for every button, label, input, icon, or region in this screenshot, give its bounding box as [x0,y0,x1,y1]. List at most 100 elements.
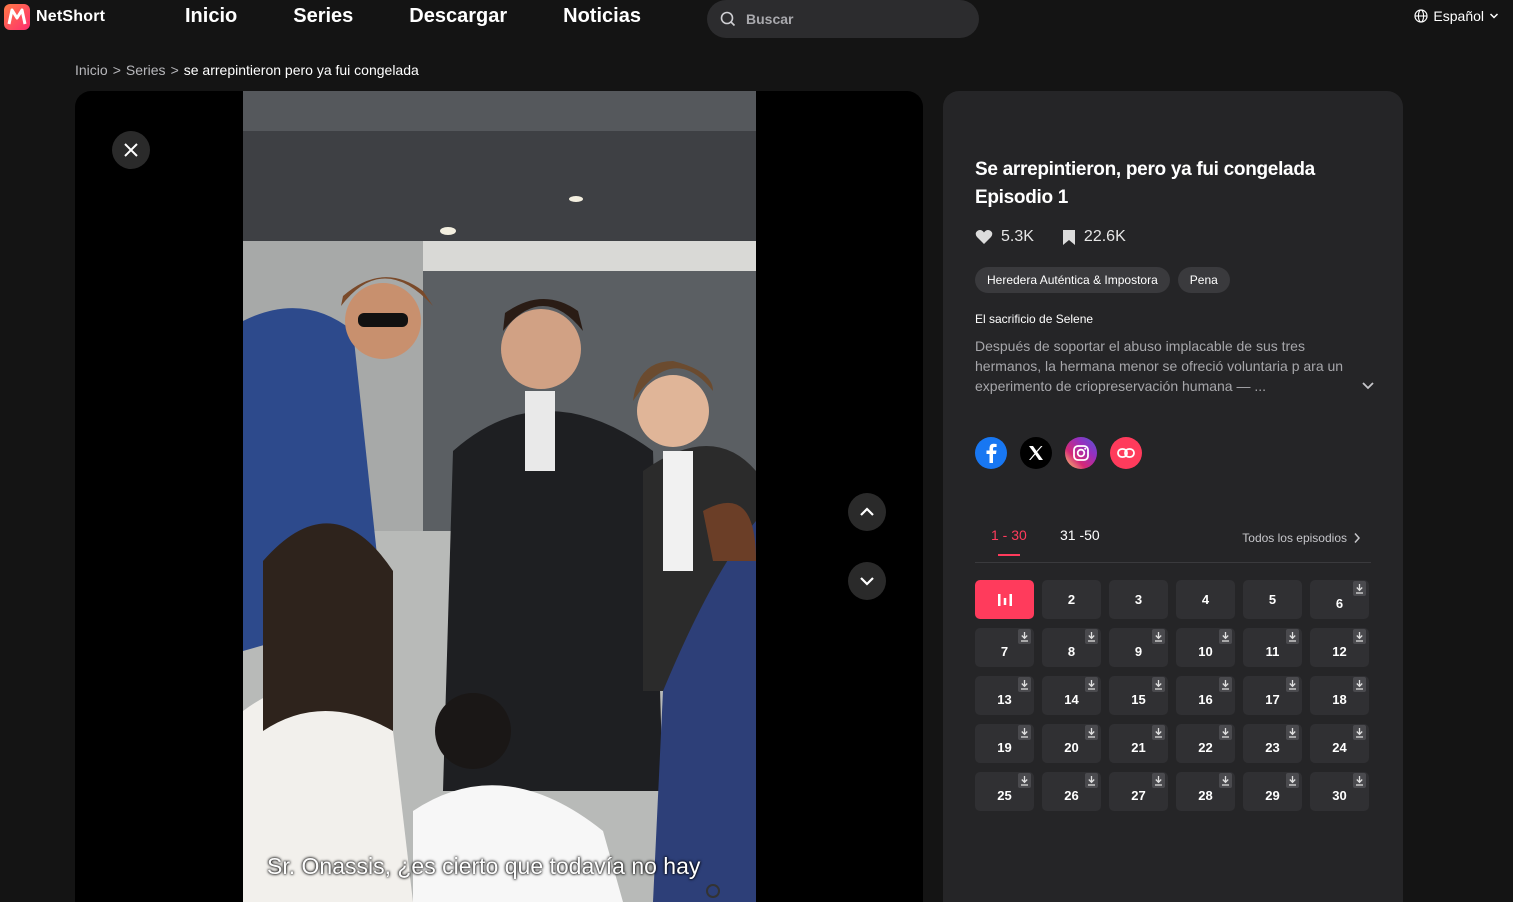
breadcrumb-series[interactable]: Series [126,62,166,78]
download-icon[interactable] [1286,677,1299,692]
episode-number: 6 [1335,596,1344,611]
heart-icon [975,230,993,244]
language-selector[interactable]: Español [1414,8,1499,24]
video-frame[interactable]: Sr. Onassis, ¿es cierto que todavía no h… [243,91,756,902]
expand-description-icon[interactable] [1361,381,1375,391]
episode-button[interactable]: 23 [1243,724,1302,763]
episode-button[interactable]: 28 [1176,772,1235,811]
episode-button[interactable]: 13 [975,676,1034,715]
episode-button[interactable]: 25 [975,772,1034,811]
download-icon[interactable] [1219,677,1232,692]
video-subtitle: Sr. Onassis, ¿es cierto que todavía no h… [267,853,701,879]
episode-button[interactable]: 8 [1042,628,1101,667]
download-icon[interactable] [1286,629,1299,644]
episode-button[interactable]: 26 [1042,772,1101,811]
copy-link-button[interactable] [1110,437,1142,469]
download-icon[interactable] [1353,677,1366,692]
episode-button[interactable]: 29 [1243,772,1302,811]
download-icon[interactable] [1018,677,1031,692]
like-stat[interactable]: 5.3K [975,228,1034,246]
episode-button[interactable]: 6 [1310,580,1369,619]
instagram-icon [1073,445,1089,461]
previous-episode-button[interactable] [848,493,886,531]
breadcrumb-inicio[interactable]: Inicio [75,62,108,78]
episode-button[interactable]: 20 [1042,724,1101,763]
nav-descargar[interactable]: Descargar [409,5,507,28]
download-icon[interactable] [1152,725,1165,740]
globe-icon [1414,9,1429,23]
nav-inicio[interactable]: Inicio [185,5,237,28]
video-player[interactable]: Sr. Onassis, ¿es cierto que todavía no h… [75,91,923,902]
nav-series[interactable]: Series [293,5,353,28]
episode-number: 13 [997,692,1012,707]
x-share-button[interactable] [1020,437,1052,469]
download-icon[interactable] [1018,725,1031,740]
episode-button[interactable]: 18 [1310,676,1369,715]
episode-button[interactable]: 5 [1243,580,1302,619]
download-icon[interactable] [1353,629,1366,644]
episode-button[interactable]: 15 [1109,676,1168,715]
episode-button[interactable]: 4 [1176,580,1235,619]
episode-button[interactable]: 22 [1176,724,1235,763]
genre-tag[interactable]: Pena [1177,267,1230,293]
episode-button[interactable] [975,580,1034,619]
episode-button[interactable]: 10 [1176,628,1235,667]
episode-button[interactable]: 27 [1109,772,1168,811]
download-icon[interactable] [1353,725,1366,740]
episode-number: 7 [1000,644,1009,659]
breadcrumb: Inicio > Series > se arrepintieron pero … [75,62,419,78]
nav-noticias[interactable]: Noticias [563,5,641,28]
download-icon[interactable] [1353,773,1366,788]
episode-button[interactable]: 14 [1042,676,1101,715]
next-episode-button[interactable] [848,562,886,600]
episode-button[interactable]: 11 [1243,628,1302,667]
episode-button[interactable]: 3 [1109,580,1168,619]
breadcrumb-separator: > [170,62,179,78]
close-button[interactable] [112,131,150,169]
episode-number: 2 [1067,592,1076,607]
download-icon[interactable] [1353,581,1366,596]
bookmark-stat[interactable]: 22.6K [1062,228,1126,246]
download-icon[interactable] [1286,773,1299,788]
episode-button[interactable]: 21 [1109,724,1168,763]
facebook-share-button[interactable] [975,437,1007,469]
download-icon[interactable] [1085,725,1098,740]
episode-button[interactable]: 9 [1109,628,1168,667]
episode-number: 22 [1198,740,1213,755]
genre-tags: Heredera Auténtica & Impostora Pena [975,267,1230,293]
episode-button[interactable]: 16 [1176,676,1235,715]
episode-button[interactable]: 24 [1310,724,1369,763]
download-icon[interactable] [1085,629,1098,644]
download-icon[interactable] [1152,677,1165,692]
download-icon[interactable] [1085,677,1098,692]
episode-button[interactable]: 12 [1310,628,1369,667]
share-buttons [975,437,1142,469]
episode-info-panel: Se arrepintieron, pero ya fui congelada … [943,91,1403,902]
now-playing-icon [997,593,1012,606]
episode-button[interactable]: 19 [975,724,1034,763]
brand-logo[interactable]: NetShort [4,4,105,30]
brand-name: NetShort [36,8,106,25]
search-box[interactable] [707,0,979,38]
episode-button[interactable]: 2 [1042,580,1101,619]
tab-1-30[interactable]: 1 - 30 [991,527,1027,556]
tab-31-50[interactable]: 31 -50 [1060,527,1100,543]
download-icon[interactable] [1018,629,1031,644]
episode-button[interactable]: 17 [1243,676,1302,715]
all-episodes-link[interactable]: Todos los episodios [1242,531,1361,545]
genre-tag[interactable]: Heredera Auténtica & Impostora [975,267,1170,293]
download-icon[interactable] [1085,773,1098,788]
episode-number: 18 [1332,692,1347,707]
search-input[interactable] [744,10,958,28]
download-icon[interactable] [1219,773,1232,788]
episode-button[interactable]: 7 [975,628,1034,667]
download-icon[interactable] [1018,773,1031,788]
download-icon[interactable] [1219,629,1232,644]
download-icon[interactable] [1286,725,1299,740]
instagram-share-button[interactable] [1065,437,1097,469]
episode-button[interactable]: 30 [1310,772,1369,811]
stats-row: 5.3K 22.6K [975,228,1154,246]
download-icon[interactable] [1152,773,1165,788]
download-icon[interactable] [1219,725,1232,740]
download-icon[interactable] [1152,629,1165,644]
